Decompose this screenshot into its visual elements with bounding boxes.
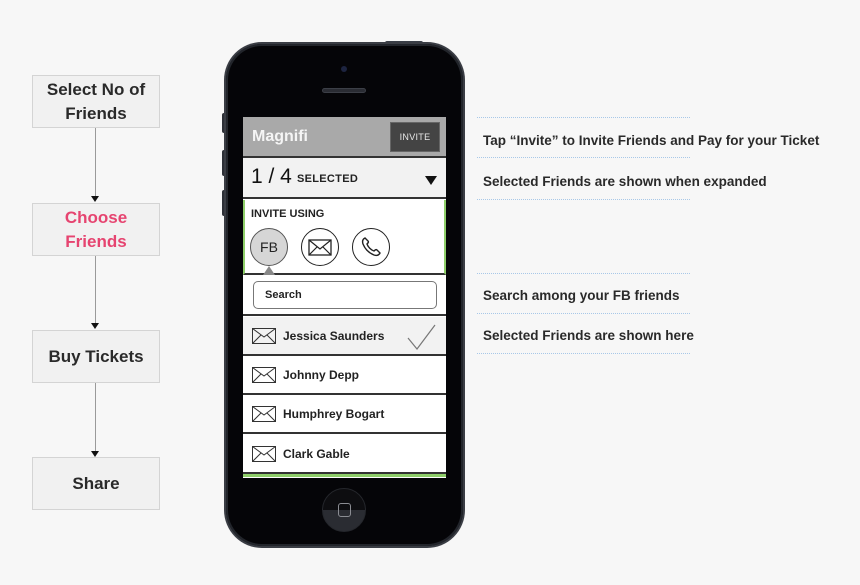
annotation-divider: [477, 199, 690, 200]
envelope-icon: [252, 367, 276, 383]
app-header: Magnifi INVITE: [243, 117, 446, 158]
envelope-icon: [252, 446, 276, 462]
annotation-divider: [477, 313, 690, 314]
flow-step-share: Share: [32, 457, 160, 510]
flow-step-label-line2: Friends: [65, 103, 127, 123]
friend-name: Jessica Saunders: [283, 329, 385, 343]
checkmark-icon: [407, 324, 436, 350]
home-square-icon: [338, 503, 351, 517]
home-button[interactable]: [322, 488, 366, 532]
phone-icon[interactable]: [352, 228, 390, 266]
selected-count: 1 / 4: [251, 165, 292, 188]
annotation-divider: [477, 117, 690, 118]
envelope-icon: [252, 328, 276, 344]
annotation-divider: [477, 157, 690, 158]
friend-name: Clark Gable: [283, 447, 350, 461]
invite-using-label: INVITE USING: [251, 208, 325, 220]
annotation-divider: [477, 273, 690, 274]
friend-name: Humphrey Bogart: [283, 407, 385, 421]
arrow-down-icon: [91, 196, 99, 202]
flow-step-choose-friends: Choose Friends: [32, 203, 160, 256]
flow-connector: [95, 256, 96, 323]
selected-friends-dropdown[interactable]: 1 / 4 SELECTED: [243, 158, 446, 199]
annotation-search: Search among your FB friends: [483, 288, 680, 303]
flow-step-label: Share: [72, 473, 120, 493]
friend-row[interactable]: Jessica Saunders: [243, 317, 446, 356]
speaker-grille: [322, 88, 366, 93]
invite-button[interactable]: INVITE: [390, 122, 440, 152]
friend-name: Johnny Depp: [283, 368, 360, 382]
flow-connector: [95, 383, 96, 451]
annotation-selected-here: Selected Friends are shown here: [483, 328, 694, 343]
list-bottom-border: [243, 474, 446, 477]
flow-step-label-line1: Choose: [64, 207, 128, 227]
phone-screen: Magnifi INVITE 1 / 4 SELECTED INVITE USI…: [243, 117, 446, 478]
flow-step-label: Buy Tickets: [48, 346, 144, 366]
search-input[interactable]: [253, 281, 437, 309]
flow-step-label-line1: Select No of: [46, 79, 146, 99]
camera-icon: [341, 66, 347, 72]
selected-label: SELECTED: [297, 173, 359, 185]
flow-step-select-friends: Select No of Friends: [32, 75, 160, 128]
fb-label: FB: [260, 239, 278, 255]
envelope-icon: [252, 406, 276, 422]
annotation-divider: [477, 353, 690, 354]
invite-using-panel: INVITE USING FB: [243, 200, 446, 275]
flow-step-label-line2: Friends: [65, 231, 127, 251]
friend-row[interactable]: Clark Gable: [243, 435, 446, 474]
friend-row[interactable]: Johnny Depp: [243, 356, 446, 395]
envelope-icon[interactable]: [301, 228, 339, 266]
flow-connector: [95, 128, 96, 196]
friend-row[interactable]: Humphrey Bogart: [243, 395, 446, 434]
app-title: Magnifi: [252, 128, 308, 145]
caret-down-icon[interactable]: [425, 176, 437, 185]
arrow-down-icon: [91, 323, 99, 329]
search-area: [243, 276, 446, 316]
annotation-expanded: Selected Friends are shown when expanded: [483, 174, 767, 189]
flow-step-buy-tickets: Buy Tickets: [32, 330, 160, 383]
active-channel-pointer: [263, 266, 275, 275]
annotation-invite: Tap “Invite” to Invite Friends and Pay f…: [483, 133, 820, 148]
fb-icon[interactable]: FB: [250, 228, 288, 266]
